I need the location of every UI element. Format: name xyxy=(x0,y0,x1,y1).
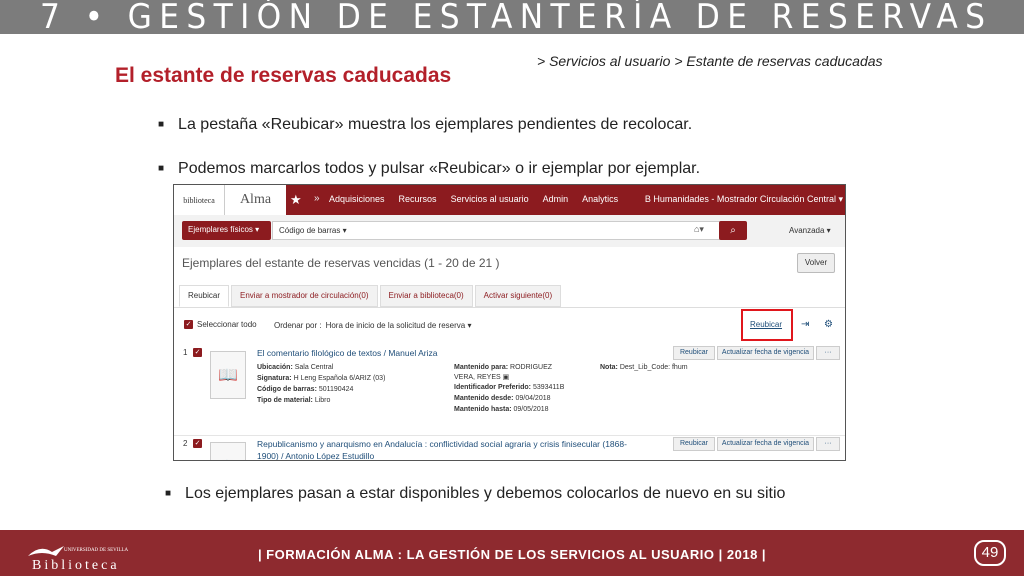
alma-top-bar: biblioteca Alma ★ » Adquisiciones Recurs… xyxy=(174,185,845,215)
item-title-link[interactable]: El comentario filológico de textos / Man… xyxy=(257,348,437,358)
sort-control[interactable]: Ordenar por : Hora de inicio de la solici… xyxy=(274,321,471,330)
update-validity-button[interactable]: Actualizar fecha de vigencia xyxy=(717,346,814,360)
bullet-text: Podemos marcarlos todos y pulsar «Reubic… xyxy=(178,160,701,177)
bullet-square-icon: ■ xyxy=(158,163,165,174)
bullet-square-icon: ■ xyxy=(158,119,165,130)
bullet-text: Los ejemplares pasan a estar disponibles… xyxy=(185,485,786,502)
tab-reubicar[interactable]: Reubicar xyxy=(179,285,230,307)
tab-enviar-biblioteca[interactable]: Enviar a biblioteca(0) xyxy=(379,285,473,307)
search-row: Ejemplares físicos ▾ Código de barras ▾ … xyxy=(174,215,845,247)
gear-icon[interactable]: ⚙ xyxy=(824,319,833,330)
bullet-1: ■ La pestaña «Reubicar» muestra los ejem… xyxy=(158,116,692,134)
main-menu: Adquisiciones Recursos Servicios al usua… xyxy=(329,194,618,204)
location-selector[interactable]: B Humanidades - Mostrador Circulación Ce… xyxy=(645,194,843,205)
highlight-box xyxy=(741,309,793,341)
checkbox-checked-icon[interactable]: ✓ xyxy=(193,439,202,448)
item-index: 1 xyxy=(183,348,188,357)
tab-enviar-mostrador[interactable]: Enviar a mostrador de circulación(0) xyxy=(231,285,378,307)
search-input[interactable]: Código de barras ▾ xyxy=(272,221,722,240)
tab-divider xyxy=(174,307,845,308)
search-type-dropdown[interactable]: Ejemplares físicos ▾ xyxy=(182,221,271,240)
slide-title: El estante de reservas caducadas xyxy=(115,64,452,87)
menu-item-recursos[interactable]: Recursos xyxy=(399,194,437,204)
item-index: 2 xyxy=(183,439,188,448)
star-icon[interactable]: ★ xyxy=(290,192,302,208)
alma-screenshot: biblioteca Alma ★ » Adquisiciones Recurs… xyxy=(173,184,846,461)
select-all[interactable]: ✓ Seleccionar todo xyxy=(184,320,257,329)
export-icon[interactable]: ⇥ xyxy=(801,319,809,330)
menu-item-servicios[interactable]: Servicios al usuario xyxy=(451,194,529,204)
slide-footer: UNIVERSIDAD DE SEVILLA Biblioteca | FORM… xyxy=(0,530,1024,576)
search-icon: ⌕ xyxy=(730,225,736,236)
item-reubicar-button[interactable]: Reubicar xyxy=(673,346,715,360)
footer-text: | FORMACIÓN ALMA : LA GESTIÓN DE LOS SER… xyxy=(257,547,767,562)
item-title-link[interactable]: Republicanismo y anarquismo en Andalucía… xyxy=(257,439,627,449)
more-actions-button[interactable]: ··· xyxy=(816,437,840,451)
item-title-link-cont[interactable]: 1900) / Antonio López Estudillo xyxy=(257,451,374,460)
book-icon: 📖 xyxy=(210,351,246,399)
chevron-down-icon: ▾ xyxy=(342,226,347,235)
menu-item-admin[interactable]: Admin xyxy=(543,194,569,204)
more-actions-button[interactable]: ··· xyxy=(816,346,840,360)
chevrons-icon[interactable]: » xyxy=(314,193,320,204)
alma-app-name[interactable]: Alma xyxy=(224,185,286,215)
search-button[interactable]: ⌕ xyxy=(719,221,747,240)
list-item: 1 ✓ 📖 El comentario filológico de textos… xyxy=(174,345,845,425)
back-button[interactable]: Volver xyxy=(797,253,835,273)
list-title: Ejemplares del estante de reservas venci… xyxy=(182,256,500,270)
bullet-text: La pestaña «Reubicar» muestra los ejempl… xyxy=(178,116,693,133)
tab-activar-siguiente[interactable]: Activar siguiente(0) xyxy=(474,285,562,307)
checkbox-checked-icon[interactable]: ✓ xyxy=(184,320,193,329)
book-icon: 📖 xyxy=(210,442,246,460)
update-validity-button[interactable]: Actualizar fecha de vigencia xyxy=(717,437,814,451)
bullet-square-icon: ■ xyxy=(165,488,172,499)
slide-banner: 7 • GESTIÓN DE ESTANTERÍA DE RESERVAS xyxy=(0,0,1024,34)
advanced-search-link[interactable]: Avanzada ▾ xyxy=(789,226,831,235)
checkbox-checked-icon[interactable]: ✓ xyxy=(193,348,202,357)
library-logo[interactable]: biblioteca xyxy=(174,185,224,215)
breadcrumb: > Servicios al usuario > Estante de rese… xyxy=(537,53,883,69)
tab-bar: Reubicar Enviar a mostrador de circulaci… xyxy=(179,285,562,307)
menu-item-adquisiciones[interactable]: Adquisiciones xyxy=(329,194,385,204)
bullet-2: ■ Podemos marcarlos todos y pulsar «Reub… xyxy=(158,160,700,178)
menu-item-analytics[interactable]: Analytics xyxy=(582,194,618,204)
list-item: 2 ✓ 📖 Republicanismo y anarquismo en And… xyxy=(174,435,845,460)
bullet-3: ■ Los ejemplares pasan a estar disponibl… xyxy=(165,485,785,503)
page-number: 49 xyxy=(974,540,1006,566)
home-icon[interactable]: ⌂▾ xyxy=(694,224,704,235)
slide-section-title: 7 • GESTIÓN DE ESTANTERÍA DE RESERVAS xyxy=(40,0,993,34)
info-icon[interactable]: ▣ xyxy=(503,374,510,381)
item-reubicar-button[interactable]: Reubicar xyxy=(673,437,715,451)
